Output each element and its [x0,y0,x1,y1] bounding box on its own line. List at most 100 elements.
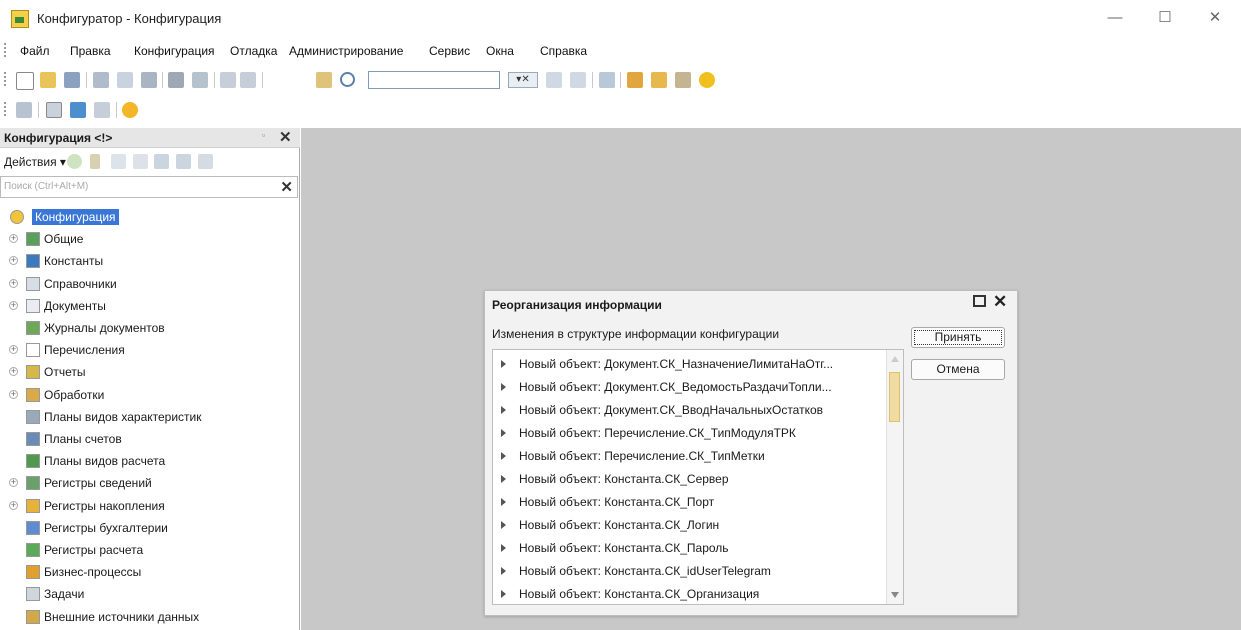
add-icon[interactable] [67,154,82,169]
find-in-files-icon[interactable] [316,72,332,88]
expand-arrow-icon[interactable] [501,406,506,414]
tree-item-catalogs[interactable]: + Справочники [0,273,298,295]
scroll-up-icon[interactable] [891,356,899,362]
info-icon[interactable] [699,72,715,88]
menu-windows[interactable]: Окна [486,44,514,58]
run-debug-icon[interactable] [122,102,138,118]
expand-arrow-icon[interactable] [501,521,506,529]
find-next-icon[interactable] [546,72,562,88]
menu-debug[interactable]: Отладка [230,44,277,58]
cut-icon[interactable] [93,72,109,88]
list-item[interactable]: Новый объект: Перечисление.СК_ТипМетки [493,444,887,467]
expand-icon[interactable]: + [9,367,18,377]
list-item[interactable]: Новый объект: Документ.СК_НазначениеЛими… [493,352,887,375]
tree-item-info-registers[interactable]: + Регистры сведений [0,472,298,494]
list-item[interactable]: Новый объект: Константа.СК_Организация [493,582,887,605]
expand-arrow-icon[interactable] [501,383,506,391]
scroll-down-icon[interactable] [891,592,899,598]
panel-search-input[interactable]: Поиск (Ctrl+Alt+M) ✕ [0,176,298,198]
expand-arrow-icon[interactable] [501,544,506,552]
list-item[interactable]: Новый объект: Перечисление.СК_ТипМодуляТ… [493,421,887,444]
menu-administration[interactable]: Администрирование [289,44,403,58]
tree-item-char-plans[interactable]: Планы видов характеристик [0,406,298,428]
tree-item-documents[interactable]: + Документы [0,295,298,317]
tree-item-enums[interactable]: + Перечисления [0,339,298,361]
tree-item-accounts[interactable]: Планы счетов [0,428,298,450]
tree-item-calc-registers[interactable]: Регистры расчета [0,539,298,561]
dialog-maximize-icon[interactable] [973,295,986,307]
undo-icon[interactable] [220,72,236,88]
cancel-button[interactable]: Отмена [911,359,1005,380]
windows-icon[interactable] [599,72,615,88]
tree-item-tasks[interactable]: Задачи [0,583,298,605]
tree-item-external-sources[interactable]: Внешние источники данных [0,606,298,628]
expand-icon[interactable]: + [9,478,18,488]
new-file-icon[interactable] [16,72,34,90]
database-icon[interactable] [70,102,86,118]
expand-icon[interactable]: + [9,234,18,244]
save-icon[interactable] [64,72,80,88]
menu-help[interactable]: Справка [540,44,587,58]
accept-button[interactable]: Принять [911,327,1005,348]
expand-arrow-icon[interactable] [501,567,506,575]
print-icon[interactable] [168,72,184,88]
expand-arrow-icon[interactable] [501,498,506,506]
config-window-icon[interactable] [16,102,32,118]
tree-item-accum-registers[interactable]: + Регистры накопления [0,495,298,517]
help-wizard-icon[interactable] [627,72,643,88]
menu-service[interactable]: Сервис [429,44,470,58]
search-icon[interactable] [340,72,355,87]
tree-item-business-process[interactable]: Бизнес-процессы [0,561,298,583]
clear-search-icon[interactable]: ✕ [280,178,293,196]
paste-icon[interactable] [141,72,157,88]
toolbar-search-input[interactable] [368,71,500,89]
expand-icon[interactable]: + [9,278,18,288]
expand-icon[interactable]: + [9,500,18,510]
help-contents-icon[interactable] [651,72,667,88]
pin-icon[interactable]: ▫ [262,130,265,140]
list-item[interactable]: Новый объект: Документ.СК_ВводНачальныхО… [493,398,887,421]
tree-item-acc-registers[interactable]: Регистры бухгалтерии [0,517,298,539]
sort-icon[interactable] [198,154,213,169]
changes-list[interactable]: Новый объект: Документ.СК_НазначениеЛими… [492,349,904,605]
expand-icon[interactable]: + [9,345,18,355]
tree-item-common[interactable]: + Общие [0,228,298,250]
close-button[interactable]: ✕ [1195,6,1235,30]
list-item[interactable]: Новый объект: Константа.СК_idUserTelegra… [493,559,887,582]
tree-item-journals[interactable]: Журналы документов [0,317,298,339]
scroll-thumb[interactable] [889,372,900,422]
find-prev-icon[interactable] [570,72,586,88]
list-item[interactable]: Новый объект: Константа.СК_Пароль [493,536,887,559]
tree-item-config[interactable]: Конфигурация [0,206,298,228]
panel-close-icon[interactable]: ✕ [279,128,292,146]
menu-edit[interactable]: Правка [70,44,111,58]
delete-icon[interactable] [133,154,148,169]
expand-icon[interactable]: + [9,300,18,310]
tree-item-reports[interactable]: + Отчеты [0,361,298,383]
maximize-button[interactable]: ☐ [1145,6,1185,30]
expand-arrow-icon[interactable] [501,429,506,437]
dialog-close-icon[interactable]: ✕ [993,292,1007,312]
tree-item-processing[interactable]: + Обработки [0,384,298,406]
move-down-icon[interactable] [176,154,191,169]
list-item[interactable]: Новый объект: Константа.СК_Логин [493,513,887,536]
list-scrollbar[interactable] [886,350,903,604]
help-book-icon[interactable] [675,72,691,88]
redo-icon[interactable] [240,72,256,88]
copy-icon[interactable] [117,72,133,88]
minimize-button[interactable]: — [1095,6,1135,30]
open-folder-icon[interactable] [40,72,56,88]
list-item[interactable]: Новый объект: Документ.СК_ВедомостьРазда… [493,375,887,398]
expand-icon[interactable]: + [9,389,18,399]
expand-arrow-icon[interactable] [501,590,506,598]
expand-arrow-icon[interactable] [501,452,506,460]
expand-arrow-icon[interactable] [501,360,506,368]
expand-icon[interactable]: + [9,256,18,266]
table-icon[interactable] [94,102,110,118]
list-item[interactable]: Новый объект: Константа.СК_Порт [493,490,887,513]
compare-icon[interactable] [46,102,62,118]
tree-item-constants[interactable]: + Константы [0,250,298,272]
tree-item-calc-plans[interactable]: Планы видов расчета [0,450,298,472]
search-dropdown-clear[interactable]: ▾✕ [508,72,538,88]
move-up-icon[interactable] [154,154,169,169]
